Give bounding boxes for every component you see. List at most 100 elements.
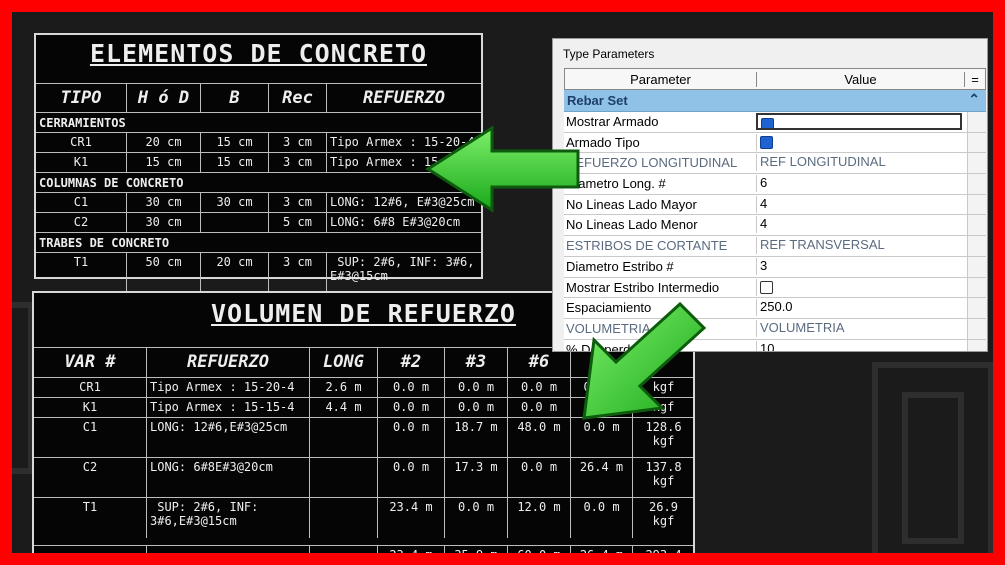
total-cell xyxy=(309,546,377,553)
column-header: TIPO xyxy=(60,88,102,108)
section-label: CERRAMIENTOS xyxy=(39,116,126,130)
table-cell: 18.7 m xyxy=(444,418,507,458)
total-cell xyxy=(34,546,146,553)
unchecked-checkbox[interactable] xyxy=(760,281,773,295)
column-header: B xyxy=(200,84,268,113)
parameter-value[interactable]: 3 xyxy=(756,257,962,275)
formula-cell[interactable] xyxy=(967,153,986,174)
section-label: TRABES DE CONCRETO xyxy=(39,236,170,250)
column-header: LONG xyxy=(309,348,377,378)
parameter-row[interactable]: No Lineas Lado Mayor 4 xyxy=(564,194,986,216)
table-cell: 4.4 m xyxy=(309,398,377,418)
parameter-value[interactable]: REF LONGITUDINAL xyxy=(756,154,962,172)
table-cell: CR1 xyxy=(70,135,92,149)
parameter-row[interactable]: REFUERZO LONGITUDINAL REF LONGITUDINAL xyxy=(564,153,986,175)
group-rebar-set[interactable]: Rebar Set ⌃ xyxy=(564,90,986,112)
parameter-row[interactable]: Mostrar Armado xyxy=(564,112,986,133)
column-header: REFUERZO xyxy=(146,348,309,378)
formula-cell[interactable] xyxy=(967,256,986,277)
parameter-value[interactable] xyxy=(756,278,962,296)
table-cell: 15 cm xyxy=(200,153,268,173)
parameter-value[interactable] xyxy=(756,133,962,151)
parameter-column-header[interactable]: Parameter xyxy=(565,72,757,87)
parameter-name: Diametro Long. # xyxy=(566,176,666,192)
table-cell: 0.0 m xyxy=(444,498,507,538)
table-cell: 3 cm xyxy=(268,133,326,153)
checked-checkbox[interactable] xyxy=(760,136,773,150)
column-header: REFUERZO xyxy=(326,84,481,113)
formula-cell[interactable] xyxy=(967,236,986,256)
value-column-header[interactable]: Value xyxy=(757,72,965,87)
total-cell: 35.9 m xyxy=(444,546,507,553)
formula-cell[interactable] xyxy=(967,298,986,318)
table-cell xyxy=(309,498,377,538)
formula-cell[interactable] xyxy=(967,194,986,215)
background-pattern xyxy=(12,302,34,474)
parameter-value[interactable]: 10 xyxy=(756,340,962,351)
parameter-row[interactable]: Diametro Estribo # 3 xyxy=(564,256,986,278)
table-cell: 0.0 m xyxy=(570,498,632,538)
formula-cell[interactable] xyxy=(967,318,986,339)
table-cell: 0.0 m xyxy=(507,398,570,418)
column-header: Rec xyxy=(268,84,326,113)
down-left-arrow-icon xyxy=(582,301,707,420)
parameter-row[interactable]: No Lineas Lado Menor 4 xyxy=(564,215,986,237)
formula-cell[interactable] xyxy=(967,112,986,132)
table-cell: 20 cm xyxy=(200,253,268,291)
parameter-value[interactable]: 6 xyxy=(756,175,962,193)
table-cell: 15 cm xyxy=(200,133,268,153)
total-cell xyxy=(146,546,309,553)
parameter-value[interactable]: VOLUMETRIA xyxy=(756,319,962,337)
parameter-row[interactable]: Mostrar Estribo Intermedio xyxy=(564,277,986,299)
table-row: T1 SUP: 2#6, INF: 3#6,E#3@15cm 23.4 m 0.0 … xyxy=(34,497,693,538)
table-cell: 0.0 m xyxy=(377,418,444,458)
section-label: COLUMNAS DE CONCRETO xyxy=(39,176,184,190)
table-cell: SUP: 2#6, INF: 3#6,E#3@15cm xyxy=(146,498,309,538)
concrete-table-title: ELEMENTOS DE CONCRETO xyxy=(89,39,428,68)
formula-cell[interactable] xyxy=(967,339,986,351)
table-row: C2 LONG: 6#8E#3@20cm 0.0 m 17.3 m 0.0 m 26.4 … xyxy=(34,457,693,498)
parameter-value[interactable] xyxy=(756,113,962,130)
table-cell: T1 xyxy=(82,500,98,514)
checked-checkbox[interactable] xyxy=(761,117,774,128)
parameter-name: REFUERZO LONGITUDINAL xyxy=(566,155,738,171)
table-cell: C2 xyxy=(82,460,98,474)
formula-cell[interactable] xyxy=(967,132,986,153)
parameter-value[interactable]: 4 xyxy=(756,216,962,234)
parameter-value[interactable]: REF TRANSVERSAL xyxy=(756,237,962,255)
collapse-icon[interactable]: ⌃ xyxy=(968,91,980,108)
formula-cell[interactable] xyxy=(967,215,986,236)
formula-cell[interactable] xyxy=(967,277,986,298)
thumbnail-frame: ELEMENTOS DE CONCRETO TIPO H ó D B Rec REFUE… xyxy=(0,0,1005,565)
column-header: #2 xyxy=(377,348,444,378)
table-cell: 12.0 m xyxy=(507,498,570,538)
table-cell: 50 cm xyxy=(126,253,200,291)
formula-column-header[interactable]: = xyxy=(966,72,984,87)
column-header: #3 xyxy=(444,348,507,378)
parameter-value[interactable]: 250.0 xyxy=(756,299,962,317)
formula-cell[interactable] xyxy=(967,174,986,194)
table-cell: T1 xyxy=(73,255,89,269)
column-header: #6 xyxy=(507,348,570,378)
table-cell: 3 cm xyxy=(268,253,326,291)
table-cell: 0.0 m xyxy=(377,458,444,498)
table-cell: Tipo Armex : 15-15-4 xyxy=(146,398,309,418)
table-cell: 30 cm xyxy=(126,193,200,213)
parameter-row[interactable]: ESTRIBOS DE CORTANTE REF TRANSVERSAL xyxy=(564,236,986,257)
table-cell: 2.6 m xyxy=(309,378,377,398)
table-cell: 15 cm xyxy=(126,153,200,173)
total-cell: 293.4 kgf xyxy=(632,546,694,553)
total-cell: 26.4 m xyxy=(570,546,632,553)
table-cell: LONG: 12#6,E#3@25cm xyxy=(146,418,309,458)
table-cell: 26.4 m xyxy=(570,458,632,498)
table-cell: 0.0 m xyxy=(377,398,444,418)
table-cell: 5 cm xyxy=(268,213,326,233)
table-cell: 3 cm xyxy=(268,193,326,213)
table-cell xyxy=(200,213,268,233)
parameter-value[interactable]: 4 xyxy=(756,195,962,213)
parameter-row[interactable]: Diametro Long. # 6 xyxy=(564,174,986,195)
column-header: H ó D xyxy=(126,84,200,113)
panel-title: Type Parameters xyxy=(563,47,655,61)
grid-header: Parameter Value = xyxy=(564,68,986,90)
parameter-row[interactable]: Armado Tipo xyxy=(564,132,986,154)
